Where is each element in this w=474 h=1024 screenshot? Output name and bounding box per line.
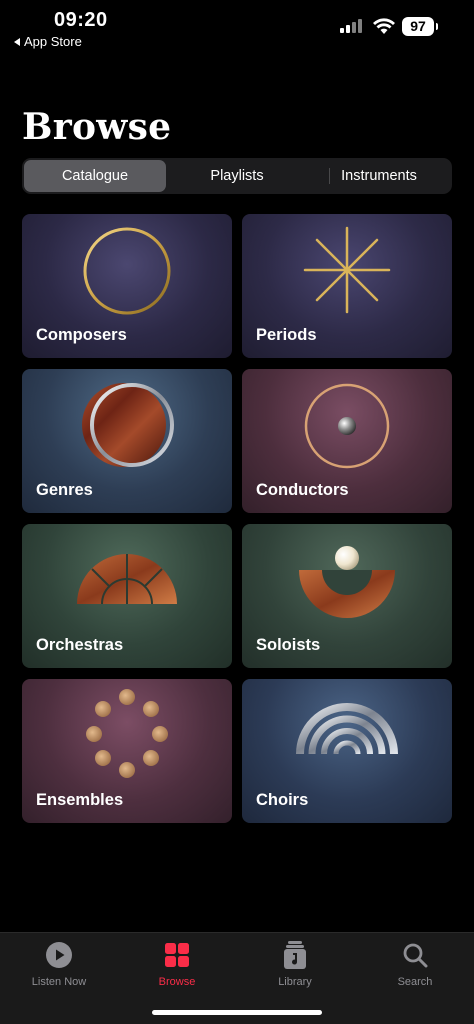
category-tile-choirs[interactable]: Choirs [242,679,452,823]
cellular-signal-icon [340,19,362,33]
category-tile-orchestras[interactable]: Orchestras [22,524,232,668]
tile-label: Choirs [256,791,309,809]
tab-label: Browse [158,976,196,988]
back-label: App Store [24,34,82,49]
tab-label: Listen Now [31,976,87,988]
tab-label: Search [397,976,433,988]
back-to-app-store-link[interactable]: App Store [14,34,82,49]
tab-label: Library [278,976,312,988]
tile-label: Composers [36,326,127,344]
music-stack-icon [281,941,309,969]
tile-label: Orchestras [36,636,124,654]
grid-icon [163,941,191,969]
tab-listen-now[interactable]: Listen Now [0,941,118,988]
category-tile-genres[interactable]: Genres [22,369,232,513]
category-tile-composers[interactable]: Composers [22,214,232,358]
segment-playlists[interactable]: Playlists [166,160,308,192]
tile-label: Conductors [256,481,349,499]
tile-label: Genres [36,481,93,499]
status-time: 09:20 [54,9,108,31]
tab-search[interactable]: Search [356,941,474,988]
back-triangle-icon [14,37,20,46]
wifi-icon [373,18,395,34]
battery-indicator: 97 [402,17,438,36]
tab-browse[interactable]: Browse [118,941,236,988]
segment-divider [329,168,330,184]
tile-label: Ensembles [36,791,124,809]
browse-segmented-control: Catalogue Playlists Instruments [22,158,452,194]
category-tile-conductors[interactable]: Conductors [242,369,452,513]
page-title: Browse [22,106,172,148]
home-indicator[interactable] [152,1010,322,1015]
play-circle-icon [45,941,73,969]
segment-catalogue[interactable]: Catalogue [24,160,166,192]
search-icon [401,941,429,969]
tile-label: Periods [256,326,317,344]
category-tile-soloists[interactable]: Soloists [242,524,452,668]
category-tile-ensembles[interactable]: Ensembles [22,679,232,823]
tile-label: Soloists [256,636,321,654]
status-bar: 09:20 App Store 97 [0,0,474,56]
tab-library[interactable]: Library [236,941,354,988]
category-tile-periods[interactable]: Periods [242,214,452,358]
